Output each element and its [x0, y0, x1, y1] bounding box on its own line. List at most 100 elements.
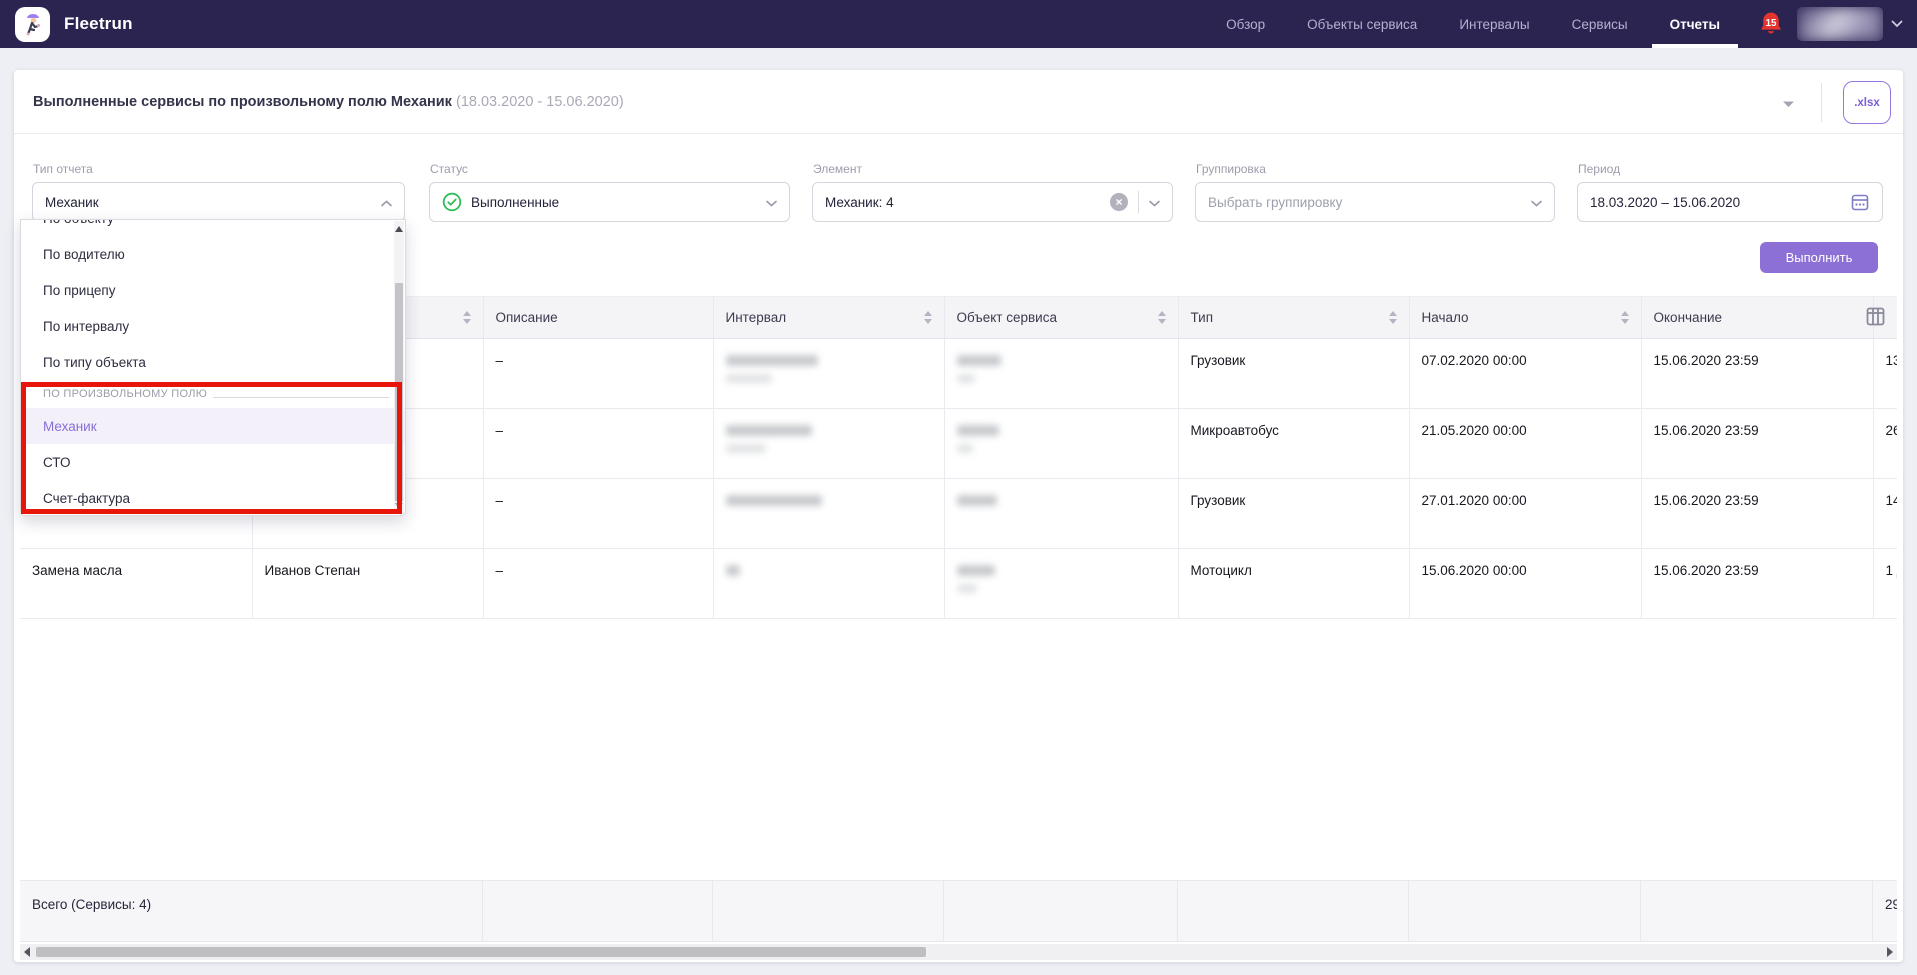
scroll-down-arrow-icon[interactable]: [395, 503, 403, 509]
redacted-text: [957, 495, 997, 506]
app: Fleetrun Обзор Объекты сервиса Интервалы…: [0, 0, 1917, 975]
table-cell: –: [483, 409, 713, 479]
table-cell: 15.06.2020 00:00: [1409, 549, 1641, 619]
dropdown-option-by-interval[interactable]: По интервалу: [21, 308, 405, 344]
table-cell: –: [483, 479, 713, 549]
element-select[interactable]: Механик: 4 ×: [812, 182, 1173, 222]
columns-settings-icon[interactable]: [1866, 307, 1885, 331]
column-header-label: Объект сервиса: [957, 310, 1057, 325]
table-cell: Микроавтобус: [1178, 409, 1409, 479]
dropdown-option-by-trailer[interactable]: По прицепу: [21, 272, 405, 308]
table-cell: 27.01.2020 00:00: [1409, 479, 1641, 549]
totals-cell: [1178, 881, 1409, 941]
notifications-bell-icon[interactable]: 15: [1759, 11, 1783, 37]
chevron-down-icon: [1149, 195, 1160, 210]
table-cell: [713, 409, 944, 479]
dropdown-option-invoice[interactable]: Счет-фактура: [21, 480, 405, 516]
fleetrun-logo-icon: [15, 7, 50, 42]
redacted-text: [726, 355, 818, 366]
dropdown-option-sto[interactable]: СТО: [21, 444, 405, 480]
table-cell: 21.05.2020 00:00: [1409, 409, 1641, 479]
report-card: Выполненные сервисы по произвольному пол…: [14, 70, 1903, 962]
column-header-label: Окончание: [1654, 310, 1723, 325]
status-select[interactable]: Выполненные: [429, 182, 790, 222]
table-cell: 13: [1873, 339, 1897, 409]
title-divider: [1821, 83, 1822, 122]
report-title-row: Выполненные сервисы по произвольному пол…: [14, 70, 1903, 134]
table-cell: –: [483, 549, 713, 619]
report-type-dropdown: По объекту По водителю По прицепу По инт…: [20, 219, 406, 516]
nav-item-service-objects[interactable]: Объекты сервиса: [1286, 0, 1438, 48]
filter-label-grouping: Группировка: [1196, 162, 1266, 176]
table-cell: 15.06.2020 23:59: [1641, 549, 1873, 619]
column-header[interactable]: Объект сервиса: [944, 297, 1178, 339]
dropdown-scrollbar[interactable]: [394, 221, 404, 514]
filter-label-period: Период: [1578, 162, 1620, 176]
table-cell: –: [483, 339, 713, 409]
table-cell: 15.06.2020 23:59: [1641, 339, 1873, 409]
table-cell: Иванов Степан: [252, 549, 483, 619]
redacted-text: [726, 444, 766, 453]
period-input[interactable]: 18.03.2020 – 15.06.2020: [1577, 182, 1883, 222]
sort-arrows-icon[interactable]: [463, 311, 471, 324]
column-header[interactable]: Тип: [1178, 297, 1409, 339]
user-menu-chevron-down-icon[interactable]: [1891, 15, 1903, 33]
redacted-text: [957, 374, 975, 383]
report-type-select[interactable]: Механик: [32, 182, 405, 222]
nav-item-overview[interactable]: Обзор: [1205, 0, 1286, 48]
column-header[interactable]: Интервал: [713, 297, 944, 339]
sort-arrows-icon[interactable]: [924, 311, 932, 324]
dropdown-option-mechanic[interactable]: Механик: [21, 408, 405, 444]
scroll-left-arrow-icon[interactable]: [24, 947, 30, 957]
table-cell: 07.02.2020 00:00: [1409, 339, 1641, 409]
table-cell: [713, 339, 944, 409]
column-header-label: Интервал: [726, 310, 787, 325]
table-cell: 15.06.2020 23:59: [1641, 409, 1873, 479]
column-header[interactable]: Начало: [1409, 297, 1641, 339]
column-header: Окончание: [1641, 297, 1873, 339]
sort-arrows-icon[interactable]: [1389, 311, 1397, 324]
filter-label-status: Статус: [430, 162, 468, 176]
redacted-text: [726, 565, 740, 576]
table-cell: 15.06.2020 23:59: [1641, 479, 1873, 549]
chevron-up-icon: [381, 195, 392, 210]
notifications-count: 15: [1766, 18, 1777, 29]
redacted-text: [957, 584, 977, 593]
scroll-right-arrow-icon[interactable]: [1887, 947, 1893, 957]
dropdown-option-by-driver[interactable]: По водителю: [21, 236, 405, 272]
dropdown-group-label: ПО ПРОИЗВОЛЬНОМУ ПОЛЮ: [21, 380, 405, 408]
scroll-up-arrow-icon[interactable]: [395, 226, 403, 232]
element-divider: [1138, 191, 1139, 213]
export-xlsx-button[interactable]: .xlsx: [1843, 81, 1891, 124]
table-cell: Грузовик: [1178, 479, 1409, 549]
user-avatar[interactable]: [1797, 7, 1883, 41]
nav-item-reports[interactable]: Отчеты: [1649, 0, 1741, 48]
redacted-text: [957, 565, 995, 576]
dropdown-scrollbar-thumb[interactable]: [395, 283, 403, 501]
redacted-text: [726, 495, 822, 506]
report-period: (18.03.2020 - 15.06.2020): [456, 94, 624, 110]
dropdown-option-by-object[interactable]: По объекту: [21, 219, 405, 236]
run-report-button[interactable]: Выполнить: [1760, 242, 1878, 273]
nav-item-services[interactable]: Сервисы: [1551, 0, 1649, 48]
table-cell: [944, 479, 1178, 549]
sort-arrows-icon[interactable]: [1621, 311, 1629, 324]
collapse-chevron-down-icon[interactable]: [1782, 96, 1795, 114]
column-header-label: Описание: [496, 310, 558, 325]
scrollbar-thumb[interactable]: [36, 947, 926, 957]
chevron-down-icon: [766, 195, 777, 210]
totals-cell: [944, 881, 1178, 941]
redacted-text: [957, 444, 973, 453]
nav-item-intervals[interactable]: Интервалы: [1438, 0, 1550, 48]
table-cell: [944, 409, 1178, 479]
column-header: Описание: [483, 297, 713, 339]
grouping-select[interactable]: Выбрать группировку: [1195, 182, 1555, 222]
dropdown-option-by-object-type[interactable]: По типу объекта: [21, 344, 405, 380]
filter-label-element: Элемент: [813, 162, 862, 176]
sort-arrows-icon[interactable]: [1158, 311, 1166, 324]
calendar-icon[interactable]: [1850, 192, 1870, 212]
table-cell: 26: [1873, 409, 1897, 479]
clear-element-icon[interactable]: ×: [1110, 193, 1128, 211]
table-cell: Грузовик: [1178, 339, 1409, 409]
horizontal-scrollbar[interactable]: [20, 944, 1897, 960]
